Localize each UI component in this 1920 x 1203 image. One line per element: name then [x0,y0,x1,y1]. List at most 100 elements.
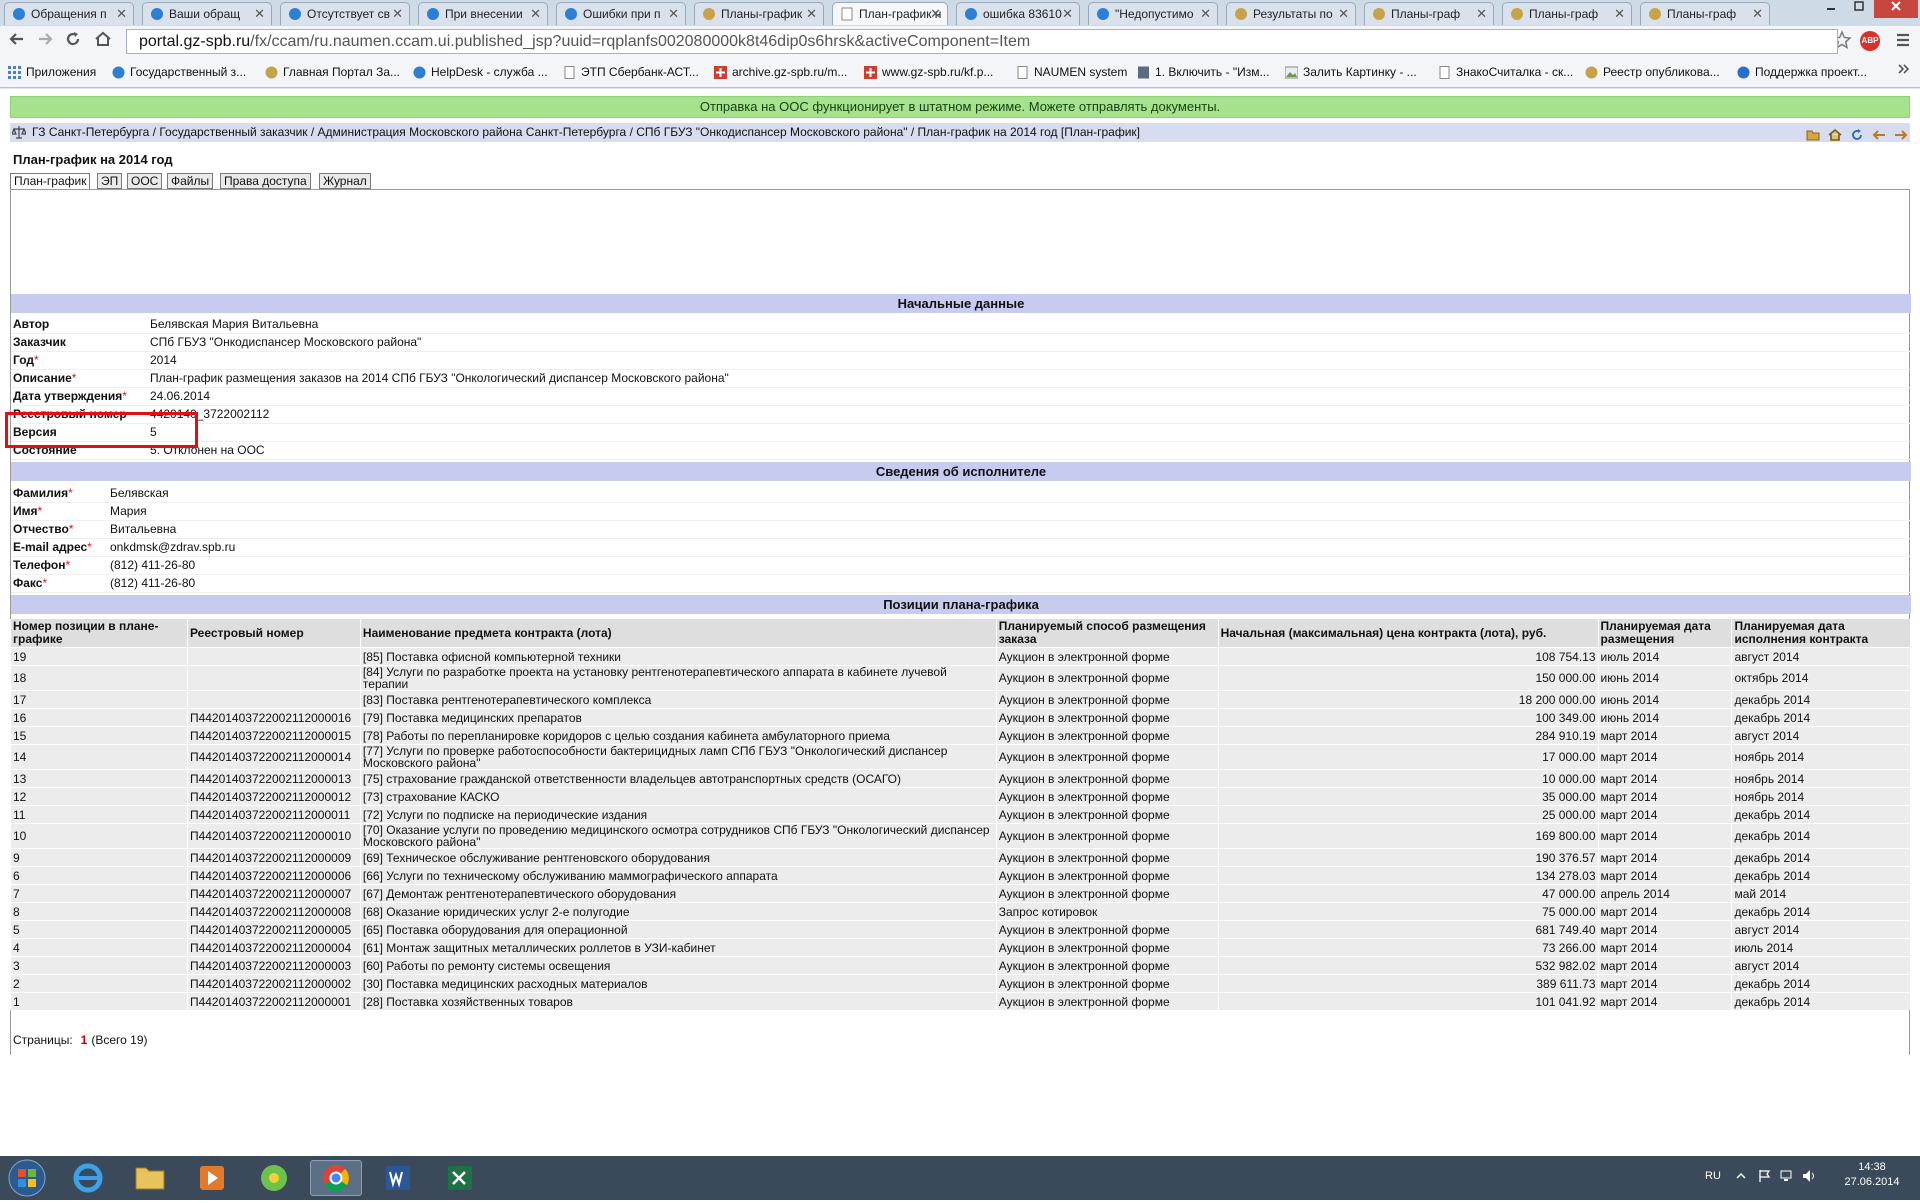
taskbar-explorer[interactable] [124,1160,176,1196]
taskbar-ie[interactable] [62,1160,114,1196]
tab-access-rights[interactable]: Права доступа [220,173,311,189]
folder-icon[interactable] [1806,128,1820,142]
home-button[interactable] [92,30,114,52]
tab-plan-schedule[interactable]: План-график [10,173,91,190]
table-row[interactable]: 6 П44201403722002112000006 [66] Услуги по … [10,866,1910,885]
pager-current-page[interactable]: 1 [81,1033,88,1047]
taskbar-chrome[interactable] [310,1160,362,1196]
tab-ep[interactable]: ЭП [97,173,123,189]
close-icon[interactable]: ✕ [1752,3,1763,25]
browser-tab[interactable]: "Недопустимо ✕ [1088,2,1218,25]
table-row[interactable]: 16 П44201403722002112000016 [79] Поставка … [10,708,1910,727]
table-row[interactable]: 4 П44201403722002112000004 [61] Монтаж защ… [10,938,1910,957]
start-button[interactable] [6,1158,48,1198]
table-row[interactable]: 8 П44201403722002112000008 [68] Оказание ю… [10,902,1910,921]
column-header[interactable]: Номер позиции в плане-графике [10,619,188,648]
table-row[interactable]: 19 [85] Поставка офисной компьютерной тех… [10,647,1910,666]
minimize-button[interactable] [1818,0,1844,18]
breadcrumb-text[interactable]: ГЗ Санкт-Петербурга / Государственный за… [32,123,1140,141]
column-header[interactable]: Реестровый номер [186,619,361,648]
table-row[interactable]: 3 П44201403722002112000003 [60] Работы по … [10,956,1910,975]
browser-tab-active[interactable]: План-график н ✕ [832,2,948,25]
window-close-button[interactable] [1874,0,1918,18]
browser-tab[interactable]: Планы-график ✕ [694,2,824,25]
maximize-button[interactable] [1846,0,1872,18]
browser-tab[interactable]: Ваши обращ ✕ [142,2,272,25]
table-row[interactable]: 13 П44201403722002112000013 [75] страхован… [10,769,1910,788]
column-header[interactable]: Планируемая дата исполнения контракта [1731,619,1910,648]
network-icon[interactable] [1780,1169,1794,1183]
table-row[interactable]: 18 [84] Услуги по разработке проекта на у… [10,665,1910,691]
column-header[interactable]: Наименование предмета контракта (лота) [359,619,997,648]
bookmark-item[interactable]: ЗнакоСчиталка - ск... [1438,62,1573,82]
bookmark-item[interactable]: Приложения [8,62,96,82]
table-row[interactable]: 5 П44201403722002112000005 [65] Поставка о… [10,920,1910,939]
bookmarks-overflow-button[interactable] [1898,62,1910,79]
close-icon[interactable]: ✕ [392,3,403,25]
refresh-icon[interactable] [1850,128,1864,142]
column-header[interactable]: Планируемый способ размещения заказа [995,619,1219,648]
bookmark-item[interactable]: NAUMEN system [1016,62,1127,82]
bookmark-item[interactable]: Залить Картинку - ... [1285,62,1417,82]
close-icon[interactable]: ✕ [116,3,127,25]
taskbar-excel[interactable] [434,1160,486,1196]
table-row[interactable]: 15 П44201403722002112000015 [78] Работы по… [10,726,1910,745]
bookmark-item[interactable]: Государственный з... [112,62,246,82]
table-row[interactable]: 10 П44201403722002112000010 [70] Оказание … [10,823,1910,849]
taskbar-icq[interactable] [248,1160,300,1196]
table-row[interactable]: 1 П44201403722002112000001 [28] Поставка х… [10,992,1910,1010]
taskbar-media-player[interactable] [186,1160,238,1196]
address-bar[interactable]: portal.gz-spb.ru/fx/ccam/ru.naumen.ccam.… [126,29,1838,54]
forward-button[interactable] [34,30,56,52]
bookmark-item[interactable]: HelpDesk - служба ... [413,62,548,82]
bookmark-item[interactable]: www.gz-spb.ru/kf.p... [864,62,993,82]
column-header[interactable]: Начальная (максимальная) цена контракта … [1217,619,1599,648]
volume-icon[interactable] [1802,1169,1818,1183]
close-icon[interactable]: ✕ [1338,3,1349,25]
close-icon[interactable]: ✕ [930,3,941,25]
tray-expand-icon[interactable] [1736,1171,1746,1181]
adblock-button[interactable]: ABP [1860,31,1880,51]
table-row[interactable]: 2 П44201403722002112000002 [30] Поставка м… [10,974,1910,993]
close-icon[interactable]: ✕ [1614,3,1625,25]
home-icon[interactable] [1828,128,1842,142]
bookmark-item[interactable]: archive.gz-spb.ru/m... [714,62,847,82]
close-icon[interactable]: ✕ [806,3,817,25]
browser-tab[interactable]: Планы-граф ✕ [1640,2,1770,25]
back-button[interactable] [6,30,28,52]
table-row[interactable]: 14 П44201403722002112000014 [77] Услуги по… [10,744,1910,770]
browser-tab[interactable]: При внесении ✕ [418,2,548,25]
menu-button[interactable] [1894,31,1914,51]
close-icon[interactable]: ✕ [1476,3,1487,25]
browser-tab[interactable]: Обращения п ✕ [4,2,134,25]
arrow-right-icon[interactable] [1894,128,1908,142]
bookmark-item[interactable]: ЭТП Сбербанк-АСТ... [563,62,699,82]
browser-tab[interactable]: Планы-граф ✕ [1364,2,1494,25]
tab-oos[interactable]: ООС [127,173,163,189]
arrow-left-icon[interactable] [1872,128,1886,142]
bookmark-item[interactable]: Реестр опубликова... [1585,62,1720,82]
table-row[interactable]: 9 П44201403722002112000009 [69] Техническо… [10,848,1910,867]
system-clock[interactable]: 14:38 27.06.2014 [1832,1160,1912,1190]
browser-tab[interactable]: Отсутствует св ✕ [280,2,410,25]
browser-tab[interactable]: Планы-граф ✕ [1502,2,1632,25]
close-icon[interactable]: ✕ [1200,3,1211,25]
language-indicator[interactable]: RU [1705,1170,1721,1182]
table-row[interactable]: 11 П44201403722002112000011 [72] Услуги по… [10,805,1910,824]
table-row[interactable]: 7 П44201403722002112000007 [67] Демонтаж р… [10,884,1910,903]
browser-tab[interactable]: Результаты по ✕ [1226,2,1356,25]
bookmark-item[interactable]: 1. Включить - "Изм... [1137,62,1269,82]
bookmark-item[interactable]: Поддержка проект... [1737,62,1867,82]
reload-button[interactable] [62,30,84,52]
taskbar-word[interactable] [372,1160,424,1196]
bookmark-item[interactable]: Главная Портал За... [265,62,400,82]
table-row[interactable]: 12 П44201403722002112000012 [73] страхован… [10,787,1910,806]
close-icon[interactable]: ✕ [254,3,265,25]
browser-tab[interactable]: Ошибки при п ✕ [556,2,686,25]
browser-tab[interactable]: ошибка 83610 ✕ [956,2,1080,25]
close-icon[interactable]: ✕ [530,3,541,25]
tab-journal[interactable]: Журнал [319,173,371,189]
flag-icon[interactable] [1758,1169,1772,1183]
table-row[interactable]: 17 [83] Поставка рентгенотерапевтического… [10,690,1910,709]
tab-files[interactable]: Файлы [167,173,214,189]
